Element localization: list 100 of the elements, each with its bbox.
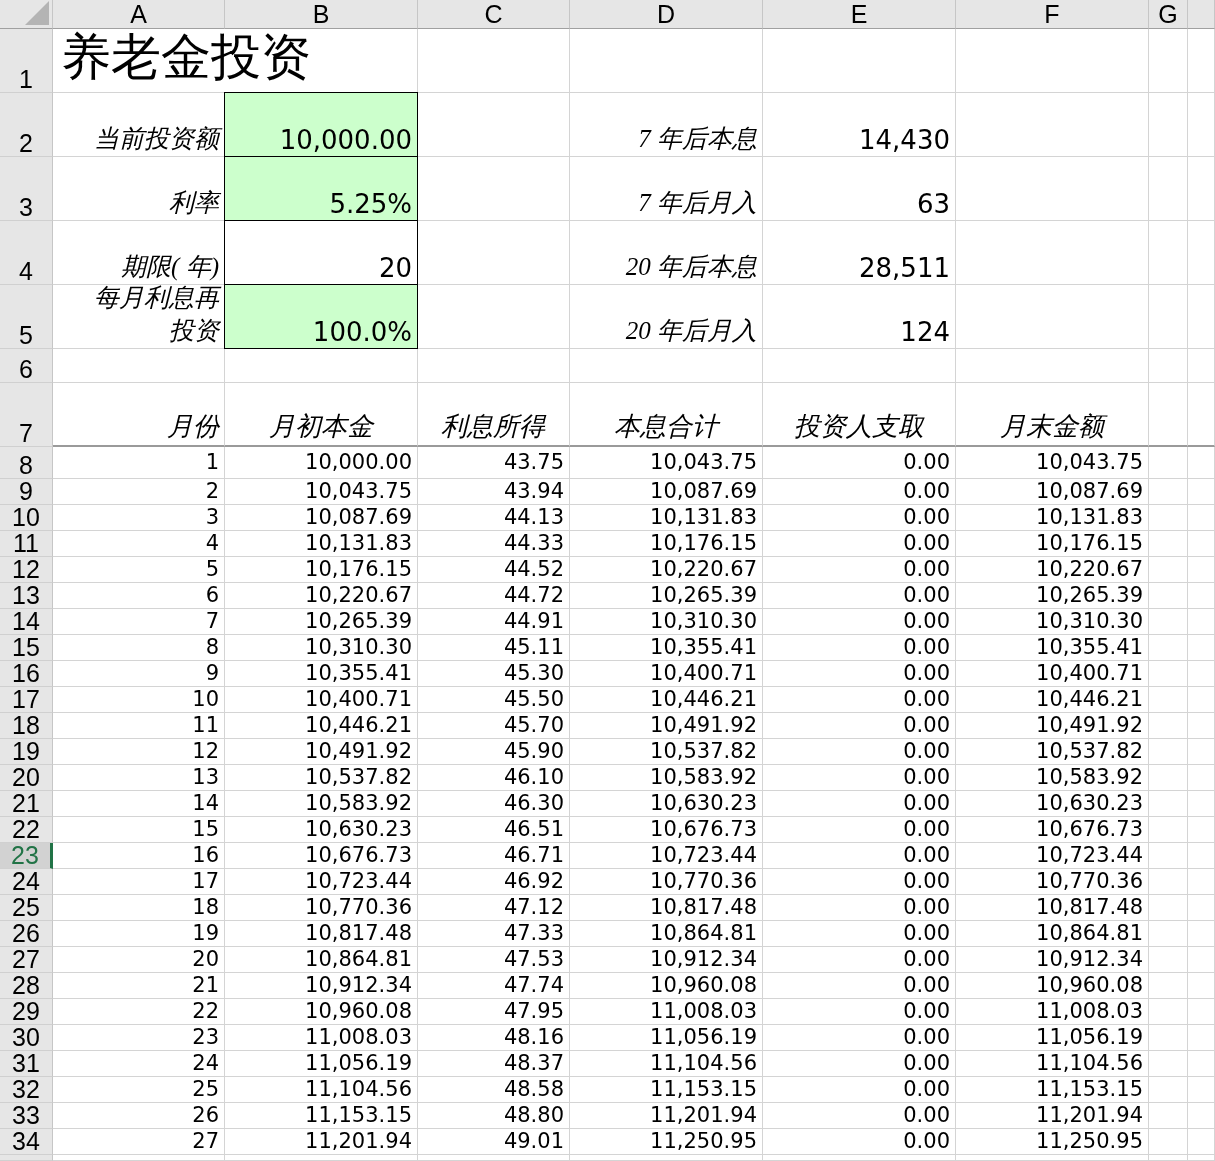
empty-cell[interactable] bbox=[1188, 947, 1215, 973]
row-header[interactable]: 1 bbox=[0, 29, 53, 93]
empty-cell[interactable] bbox=[1188, 157, 1215, 221]
empty-cell[interactable] bbox=[1149, 383, 1188, 447]
empty-cell[interactable] bbox=[225, 349, 418, 383]
empty-cell[interactable] bbox=[1188, 765, 1215, 791]
empty-cell[interactable] bbox=[1188, 1129, 1215, 1155]
row-header[interactable]: 3 bbox=[0, 157, 53, 221]
empty-cell[interactable] bbox=[1188, 505, 1215, 531]
empty-cell[interactable] bbox=[1188, 1025, 1215, 1051]
column-header[interactable]: G bbox=[1149, 0, 1188, 29]
empty-cell[interactable] bbox=[1149, 1155, 1188, 1161]
row-header[interactable]: 13 bbox=[0, 583, 53, 609]
empty-cell[interactable] bbox=[1188, 1077, 1215, 1103]
row-header[interactable]: 23 bbox=[0, 843, 53, 869]
row-header[interactable]: 16 bbox=[0, 661, 53, 687]
empty-cell[interactable] bbox=[1149, 999, 1188, 1025]
empty-cell[interactable] bbox=[956, 157, 1149, 221]
empty-cell[interactable] bbox=[763, 1155, 956, 1161]
empty-cell[interactable] bbox=[1188, 479, 1215, 505]
empty-cell[interactable] bbox=[1188, 93, 1215, 157]
empty-cell[interactable] bbox=[1149, 973, 1188, 999]
empty-cell[interactable] bbox=[1149, 583, 1188, 609]
empty-cell[interactable] bbox=[1149, 531, 1188, 557]
row-header[interactable]: 25 bbox=[0, 895, 53, 921]
empty-cell[interactable] bbox=[1188, 221, 1215, 285]
empty-cell[interactable] bbox=[1188, 687, 1215, 713]
empty-cell[interactable] bbox=[570, 349, 763, 383]
row-header[interactable]: 2 bbox=[0, 93, 53, 157]
empty-cell[interactable] bbox=[1149, 791, 1188, 817]
empty-cell[interactable] bbox=[1149, 479, 1188, 505]
empty-cell[interactable] bbox=[1188, 1155, 1215, 1161]
row-header[interactable]: 33 bbox=[0, 1103, 53, 1129]
empty-cell[interactable] bbox=[1149, 947, 1188, 973]
empty-cell[interactable] bbox=[225, 1155, 418, 1161]
empty-cell[interactable] bbox=[1188, 557, 1215, 583]
empty-cell[interactable] bbox=[1188, 285, 1215, 349]
select-all-icon[interactable] bbox=[25, 1, 49, 25]
row-header[interactable]: 19 bbox=[0, 739, 53, 765]
empty-cell[interactable] bbox=[1149, 157, 1188, 221]
empty-cell[interactable] bbox=[1188, 447, 1215, 479]
row-header[interactable]: 27 bbox=[0, 947, 53, 973]
column-header[interactable]: B bbox=[225, 0, 418, 29]
empty-cell[interactable] bbox=[1149, 921, 1188, 947]
input-cell[interactable]: 10,000.00 bbox=[224, 92, 418, 157]
column-header[interactable]: E bbox=[763, 0, 956, 29]
empty-cell[interactable] bbox=[956, 93, 1149, 157]
row-header[interactable]: 31 bbox=[0, 1051, 53, 1077]
empty-cell[interactable] bbox=[1149, 895, 1188, 921]
empty-cell[interactable] bbox=[418, 1155, 570, 1161]
empty-cell[interactable] bbox=[1149, 687, 1188, 713]
empty-cell[interactable] bbox=[1188, 383, 1215, 447]
empty-cell[interactable] bbox=[1188, 895, 1215, 921]
row-header[interactable]: 18 bbox=[0, 713, 53, 739]
row-header[interactable]: 32 bbox=[0, 1077, 53, 1103]
empty-cell[interactable] bbox=[1188, 973, 1215, 999]
row-header[interactable]: 21 bbox=[0, 791, 53, 817]
empty-cell[interactable] bbox=[1188, 869, 1215, 895]
empty-cell[interactable] bbox=[418, 221, 570, 285]
empty-cell[interactable] bbox=[1149, 221, 1188, 285]
empty-cell[interactable] bbox=[1149, 557, 1188, 583]
row-header[interactable]: 8 bbox=[0, 447, 53, 479]
row-header[interactable]: 11 bbox=[0, 531, 53, 557]
empty-cell[interactable] bbox=[1188, 817, 1215, 843]
row-header[interactable]: 15 bbox=[0, 635, 53, 661]
empty-cell[interactable] bbox=[1149, 447, 1188, 479]
row-header[interactable]: 28 bbox=[0, 973, 53, 999]
empty-cell[interactable] bbox=[1149, 739, 1188, 765]
row-header[interactable]: 30 bbox=[0, 1025, 53, 1051]
empty-cell[interactable] bbox=[1188, 713, 1215, 739]
empty-cell[interactable] bbox=[763, 29, 956, 93]
empty-cell[interactable] bbox=[1188, 583, 1215, 609]
empty-cell[interactable] bbox=[1188, 921, 1215, 947]
empty-cell[interactable] bbox=[1188, 635, 1215, 661]
row-header[interactable]: 12 bbox=[0, 557, 53, 583]
row-header[interactable]: 24 bbox=[0, 869, 53, 895]
row-header[interactable]: 7 bbox=[0, 383, 53, 447]
empty-cell[interactable] bbox=[1149, 285, 1188, 349]
empty-cell[interactable] bbox=[1149, 1025, 1188, 1051]
column-header[interactable]: F bbox=[956, 0, 1149, 29]
empty-cell[interactable] bbox=[1149, 843, 1188, 869]
row-header[interactable]: 26 bbox=[0, 921, 53, 947]
empty-cell[interactable] bbox=[1188, 739, 1215, 765]
input-cell[interactable]: 5.25% bbox=[224, 156, 418, 221]
row-header[interactable]: 6 bbox=[0, 349, 53, 383]
empty-cell[interactable] bbox=[570, 1155, 763, 1161]
row-header[interactable]: 5 bbox=[0, 285, 53, 349]
row-header[interactable]: 9 bbox=[0, 479, 53, 505]
empty-cell[interactable] bbox=[570, 29, 763, 93]
empty-cell[interactable] bbox=[418, 29, 570, 93]
row-header[interactable]: 10 bbox=[0, 505, 53, 531]
empty-cell[interactable] bbox=[1188, 531, 1215, 557]
empty-cell[interactable] bbox=[956, 1155, 1149, 1161]
empty-cell[interactable] bbox=[1149, 505, 1188, 531]
empty-cell[interactable] bbox=[1149, 765, 1188, 791]
empty-cell[interactable] bbox=[1149, 349, 1188, 383]
row-header[interactable]: 34 bbox=[0, 1129, 53, 1155]
empty-cell[interactable] bbox=[1149, 661, 1188, 687]
empty-cell[interactable] bbox=[1188, 1051, 1215, 1077]
empty-cell[interactable] bbox=[956, 221, 1149, 285]
